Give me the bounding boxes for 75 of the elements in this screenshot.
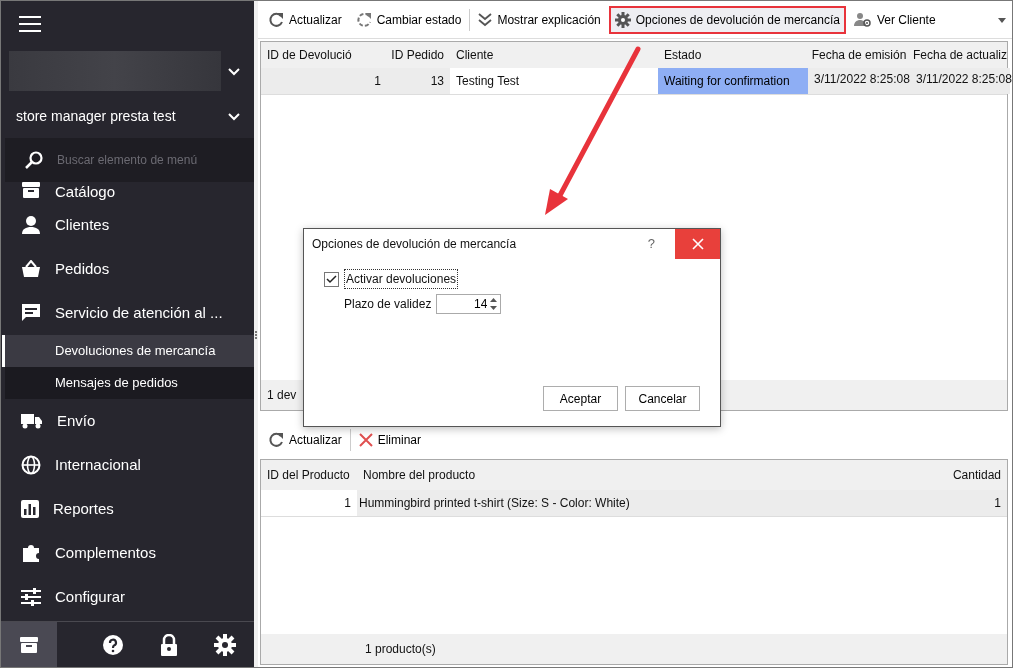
- store-name[interactable]: store manager presta test: [16, 105, 176, 127]
- toolbar-button[interactable]: Actualizar: [262, 426, 348, 454]
- nav-item[interactable]: Envío: [57, 409, 96, 433]
- nav-item[interactable]: Clientes: [55, 213, 110, 237]
- nav-item[interactable]: Servicio de atención al ...: [55, 301, 223, 325]
- dialog-title: Opciones de devolución de mercancía: [312, 236, 517, 253]
- nav-item[interactable]: Configurar: [55, 585, 126, 609]
- nav-subitem[interactable]: Mensajes de pedidos: [5, 367, 254, 399]
- puzzle-icon: [21, 543, 41, 563]
- close-icon: [691, 238, 704, 250]
- nav-item[interactable]: Complementos: [55, 541, 156, 565]
- toolbar-button[interactable]: Cambiar estado: [349, 5, 468, 34]
- box-icon: [19, 635, 39, 654]
- globe-icon: [21, 455, 41, 475]
- spin-arrows-icon[interactable]: [490, 297, 498, 311]
- dialog-button[interactable]: Cancelar: [625, 386, 700, 411]
- truck-icon: [21, 413, 43, 429]
- bar-chart-icon: [21, 500, 39, 518]
- column-header[interactable]: ID Pedido: [387, 42, 450, 68]
- help-button[interactable]: ?: [647, 234, 655, 254]
- nav-item[interactable]: Internacional: [55, 453, 141, 477]
- column-header[interactable]: ID de Devolució: [261, 42, 387, 68]
- checkbox[interactable]: [324, 271, 339, 287]
- dialog-button[interactable]: Aceptar: [543, 386, 618, 411]
- toolbar-button[interactable]: Opciones de devolución de mercancía: [608, 5, 846, 34]
- people-icon: [853, 11, 872, 28]
- table-cell: Hummingbird printed t-shirt (Size: S - Color: White): [357, 490, 927, 516]
- refresh-icon: [355, 11, 372, 28]
- search-box[interactable]: Buscar elemento de menú: [5, 138, 254, 182]
- field-label: Plazo de validez: [344, 296, 432, 313]
- toolbar-tab[interactable]: [1, 622, 57, 667]
- column-header[interactable]: Fecha de emisión: [808, 42, 910, 68]
- table-cell: 1: [927, 490, 1007, 516]
- nav-item[interactable]: Reportes: [53, 497, 114, 521]
- toolbar-button[interactable]: Eliminar: [352, 426, 428, 454]
- status-text: 1 dev: [267, 387, 297, 404]
- double-chevron-icon: [478, 11, 493, 28]
- toolbar-button[interactable]: Ver Cliente: [847, 5, 942, 34]
- caret-down-icon[interactable]: [998, 17, 1006, 23]
- settings-icon: [214, 633, 236, 656]
- column-header[interactable]: Estado: [658, 42, 808, 68]
- nav-subitem[interactable]: Devoluciones de mercancía: [2, 335, 254, 367]
- column-header[interactable]: ID del Producto: [261, 460, 357, 490]
- person-icon: [21, 215, 41, 235]
- column-header[interactable]: Cliente: [450, 42, 658, 68]
- sliders-icon: [21, 588, 41, 606]
- lock-icon: [160, 633, 178, 656]
- number-spinner[interactable]: 14: [436, 294, 502, 314]
- chevron-down-icon[interactable]: [228, 67, 240, 76]
- column-header[interactable]: Cantidad: [927, 460, 1007, 490]
- gear-icon: [614, 11, 631, 28]
- box-icon: [21, 181, 41, 199]
- toolbar-button[interactable]: Mostrar explicación: [472, 5, 607, 34]
- table-cell: Waiting for confirmation: [658, 68, 808, 94]
- nav-item[interactable]: Pedidos: [55, 257, 110, 281]
- close-icon: [358, 433, 373, 447]
- basket-icon: [21, 260, 41, 278]
- nav-item[interactable]: Catálogo: [55, 181, 116, 204]
- table-cell: 1: [261, 68, 387, 94]
- refresh-icon: [268, 11, 284, 28]
- search-icon: [25, 151, 43, 169]
- chevron-down-icon[interactable]: [228, 112, 240, 121]
- search-field[interactable]: Buscar elemento de menú: [55, 150, 245, 170]
- help-icon: [103, 634, 123, 655]
- chat-icon: [21, 303, 41, 323]
- menu-icon[interactable]: [19, 15, 41, 32]
- table-cell: 3/11/2022 8:25:08: [808, 68, 910, 94]
- column-header[interactable]: Nombre del producto: [357, 460, 927, 490]
- footer-text: 1 producto(s): [365, 641, 436, 658]
- table-cell: 3/11/2022 8:25:08: [910, 68, 1010, 94]
- refresh-icon: [268, 432, 284, 448]
- table-cell: 13: [387, 68, 450, 94]
- toolbar-button[interactable]: Actualizar: [262, 5, 348, 34]
- checkbox-label[interactable]: Activar devoluciones: [344, 269, 459, 289]
- column-header[interactable]: Fecha de actualiz: [910, 42, 1010, 68]
